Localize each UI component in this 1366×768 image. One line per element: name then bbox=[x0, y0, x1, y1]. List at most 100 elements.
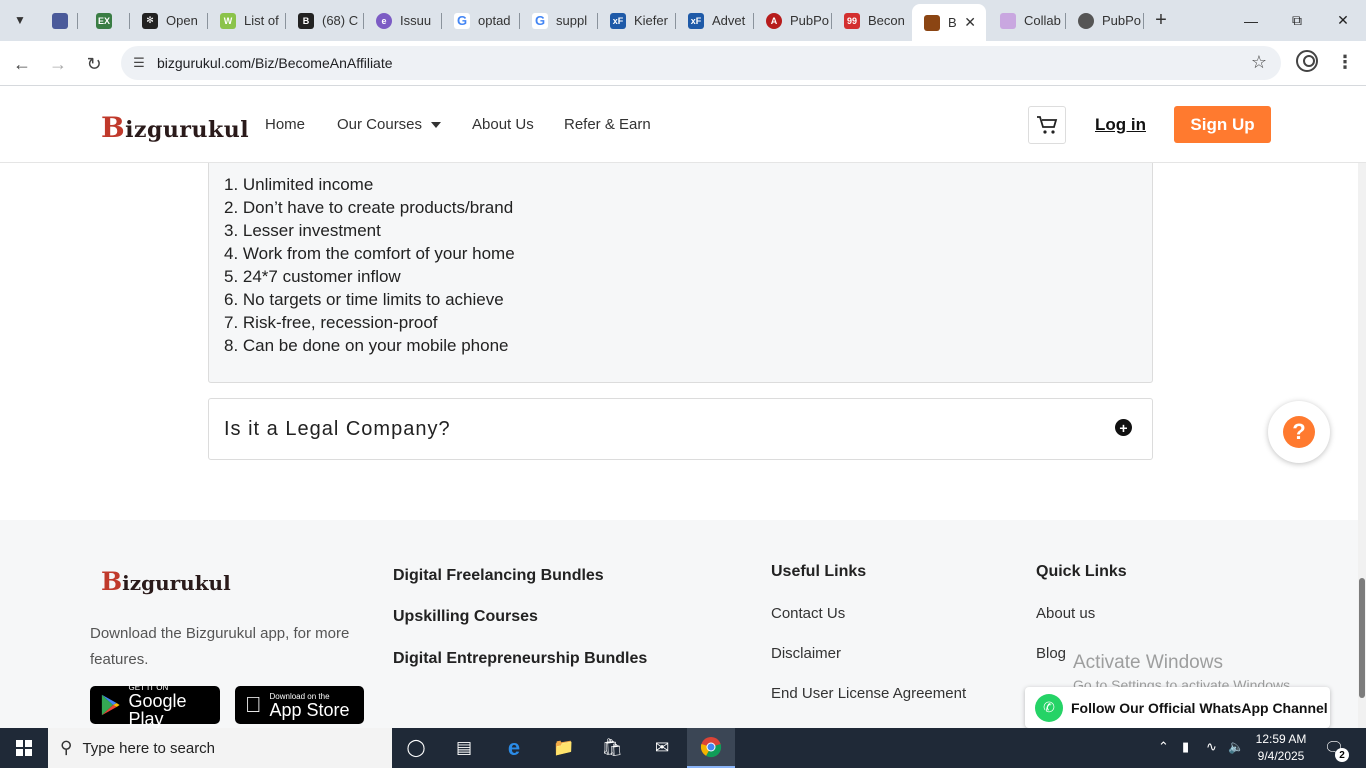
nav-home[interactable]: Home bbox=[265, 116, 305, 133]
faq-legal-company[interactable]: Is it a Legal Company? + bbox=[208, 398, 1153, 460]
footer-bundle-link[interactable]: Digital Freelancing Bundles bbox=[393, 567, 604, 585]
footer-link-blog[interactable]: Blog bbox=[1036, 645, 1066, 662]
benefits-list: 1. Unlimited income 2. Don’t have to cre… bbox=[224, 173, 515, 357]
browser-menu-icon[interactable]: ⋮ bbox=[1336, 52, 1354, 73]
browser-tab[interactable]: xF Advet bbox=[676, 6, 754, 35]
bizgurukul-logo[interactable]: Bizgurukul bbox=[101, 111, 249, 144]
expand-plus-icon[interactable]: + bbox=[1115, 419, 1132, 436]
wifi-icon[interactable]: ∿ bbox=[1206, 739, 1217, 755]
close-window-button[interactable]: ✕ bbox=[1320, 0, 1366, 41]
footer-logo[interactable]: Bizgurukul bbox=[101, 567, 231, 596]
browser-toolbar: ← → ↻ ☰ bizgurukul.com/Biz/BecomeAnAffil… bbox=[0, 41, 1366, 86]
login-link[interactable]: Log in bbox=[1095, 115, 1146, 135]
cart-button[interactable] bbox=[1028, 106, 1066, 144]
tab-label: (68) C bbox=[322, 13, 359, 28]
browser-tab[interactable]: ✻ Open bbox=[130, 6, 208, 35]
forward-button[interactable]: → bbox=[44, 50, 72, 78]
volume-icon[interactable]: 🔈 bbox=[1228, 739, 1244, 755]
browser-tab[interactable]: A PubPo bbox=[754, 6, 832, 35]
tab-favicon-icon bbox=[1000, 12, 1016, 29]
tab-separator bbox=[1143, 13, 1144, 29]
app-store-big-text: App Store bbox=[253, 699, 350, 720]
edge-icon[interactable]: e bbox=[490, 728, 538, 768]
tab-label: Advet bbox=[712, 13, 746, 28]
nav-our-courses-label: Our Courses bbox=[337, 116, 423, 133]
browser-tab[interactable]: B (68) C bbox=[286, 6, 364, 35]
footer-description: Download the Bizgurukul app, for more fe… bbox=[90, 625, 350, 668]
logo-initial: B bbox=[101, 111, 126, 144]
cart-icon bbox=[1037, 116, 1058, 134]
browser-tab[interactable]: PubPo bbox=[1066, 6, 1144, 35]
tab-label: PubPo bbox=[1102, 13, 1142, 28]
browser-tab-active[interactable]: B ✕ bbox=[912, 4, 986, 41]
file-explorer-icon[interactable]: 📁 bbox=[540, 728, 588, 768]
site-info-icon[interactable]: ☰ bbox=[129, 53, 149, 73]
footer-link-eula[interactable]: End User License Agreement bbox=[771, 685, 966, 702]
browser-tab[interactable]: W List of bbox=[208, 6, 286, 35]
nav-our-courses[interactable]: Our Courses bbox=[337, 116, 442, 133]
tab-label: Open bbox=[166, 13, 198, 28]
google-favicon-icon: G bbox=[454, 12, 470, 29]
useful-links-heading: Useful Links bbox=[771, 563, 867, 580]
footer-link-contact[interactable]: Contact Us bbox=[771, 605, 845, 622]
browser-tab[interactable]: Collab bbox=[988, 6, 1066, 35]
minimize-window-button[interactable]: — bbox=[1228, 0, 1274, 41]
footer-link-about[interactable]: About us bbox=[1036, 605, 1095, 622]
browser-tab[interactable] bbox=[40, 6, 78, 35]
browser-tab[interactable]: G optad bbox=[442, 6, 520, 35]
cortana-icon[interactable]: ◯ bbox=[392, 728, 440, 768]
back-button[interactable]: ← bbox=[8, 50, 36, 78]
whatsapp-channel-banner[interactable]: ✆ Follow Our Official WhatsApp Channel bbox=[1025, 687, 1330, 728]
nav-about-us[interactable]: About Us bbox=[472, 116, 534, 133]
battery-icon[interactable]: ▮ bbox=[1182, 739, 1189, 755]
app-store-button[interactable]:  Download on theApp Store bbox=[235, 686, 364, 724]
task-view-icon[interactable]: ▤ bbox=[440, 728, 488, 768]
start-button[interactable] bbox=[0, 728, 48, 768]
tab-favicon-icon bbox=[52, 12, 68, 29]
faq-question: Is it a Legal Company? bbox=[224, 418, 451, 440]
chrome-icon[interactable] bbox=[687, 728, 735, 768]
bookmark-star-icon[interactable]: ☆ bbox=[1251, 52, 1267, 73]
browser-tab[interactable]: 99 Becon bbox=[832, 6, 910, 35]
close-tab-icon[interactable]: ✕ bbox=[964, 14, 976, 31]
whatsapp-cta-text: Follow Our Official WhatsApp Channel bbox=[1071, 699, 1328, 716]
reload-button[interactable]: ↻ bbox=[80, 50, 108, 78]
restore-window-button[interactable]: ⧉ bbox=[1274, 0, 1320, 41]
scrollbar-thumb[interactable] bbox=[1359, 578, 1365, 698]
google-play-big-text: Google Play bbox=[128, 690, 187, 728]
url-text[interactable]: bizgurukul.com/Biz/BecomeAnAffiliate bbox=[157, 55, 393, 71]
tab-search-button[interactable]: ▼ bbox=[6, 7, 34, 33]
search-placeholder: Type here to search bbox=[82, 739, 216, 757]
whatsapp-icon: ✆ bbox=[1035, 693, 1063, 722]
store-icon[interactable]: 🛍 bbox=[588, 728, 636, 768]
nav-refer-earn[interactable]: Refer & Earn bbox=[564, 116, 651, 133]
taskbar-search-box[interactable]: ⚲ Type here to search bbox=[48, 728, 392, 768]
profile-avatar-icon[interactable] bbox=[1296, 50, 1318, 72]
footer-bundle-link[interactable]: Upskilling Courses bbox=[393, 608, 538, 626]
tab-label: suppl bbox=[556, 13, 588, 28]
list-item: 3. Lesser investment bbox=[224, 221, 381, 240]
page-content: 1. Unlimited income 2. Don’t have to cre… bbox=[0, 163, 1358, 728]
google-play-button[interactable]: GET IT ON Google Play bbox=[90, 683, 220, 728]
new-tab-button[interactable]: + bbox=[1150, 8, 1172, 32]
notification-count-badge: 2 bbox=[1335, 748, 1349, 762]
address-bar[interactable]: ☰ bizgurukul.com/Biz/BecomeAnAffiliate ☆ bbox=[121, 46, 1281, 80]
show-hidden-icons-icon[interactable]: ⌃ bbox=[1158, 739, 1169, 755]
site-header: Bizgurukul Home Our Courses About Us Ref… bbox=[0, 87, 1366, 163]
footer-bundle-link[interactable]: Digital Entrepreneurship Bundles bbox=[393, 650, 647, 668]
page-scrollbar[interactable] bbox=[1358, 163, 1366, 728]
tab-favicon-icon: 99 bbox=[844, 12, 860, 29]
help-button[interactable]: ? bbox=[1268, 401, 1330, 463]
footer-link-disclaimer[interactable]: Disclaimer bbox=[771, 645, 841, 662]
mail-icon[interactable]: ✉ bbox=[638, 728, 686, 768]
browser-tab[interactable]: e Issuu bbox=[364, 6, 442, 35]
tab-label: optad bbox=[478, 13, 511, 28]
tab-label: List of bbox=[244, 13, 279, 28]
browser-tab[interactable]: EX bbox=[84, 6, 130, 35]
browser-tab[interactable]: xF Kiefer bbox=[598, 6, 676, 35]
browser-tab[interactable]: G suppl bbox=[520, 6, 598, 35]
globe-favicon-icon bbox=[1078, 12, 1094, 29]
taskbar-clock[interactable]: 12:59 AM 9/4/2025 bbox=[1252, 731, 1310, 765]
list-item: 2. Don’t have to create products/brand bbox=[224, 198, 514, 217]
signup-button[interactable]: Sign Up bbox=[1174, 106, 1271, 143]
